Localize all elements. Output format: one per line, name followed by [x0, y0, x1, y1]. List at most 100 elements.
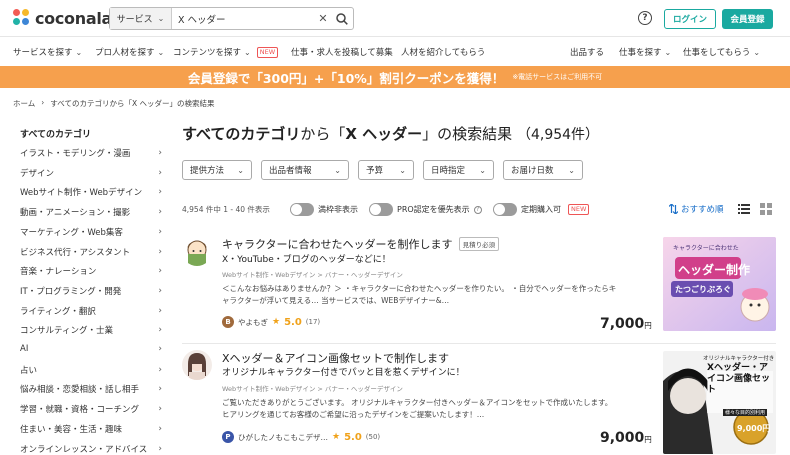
breadcrumb: ホーム › すべてのカテゴリから「X ヘッダー」の検索結果	[13, 98, 214, 109]
seller-info[interactable]: B やよもぎ ★ 5.0 (17)	[222, 316, 320, 328]
nav-find-content[interactable]: コンテンツを探す ⌄ NEW	[173, 46, 279, 58]
thumbnail-caption-main: ヘッダー制作	[678, 263, 751, 277]
sidebar-category-item[interactable]: ビジネス代行・アシスタント ›	[20, 246, 162, 258]
service-thumbnail[interactable]: オリジナルキャラクター付き Xヘッダー・アイコン画像セット 様々な目的別利用 9…	[663, 351, 776, 454]
chevron-down-icon: ⌄	[334, 165, 341, 175]
logo-text: coconala	[35, 8, 113, 28]
filter-seller-info[interactable]: 出品者情報 ⌄	[261, 160, 349, 180]
nav-post-job[interactable]: 仕事・求人を投稿して募集	[291, 46, 393, 58]
service-title[interactable]: キャラクターに合わせたヘッダーを制作します 見積り必須	[222, 236, 500, 252]
title-suffix: 」の検索結果	[422, 125, 513, 143]
seller-avatar[interactable]	[182, 350, 212, 380]
seller-info[interactable]: P ひがしたノもこもこデザ… ★ 5.0 (50)	[222, 431, 380, 443]
title-mid: から「	[300, 125, 346, 143]
sidebar-category-label: マーケティング・Web集客	[20, 227, 123, 238]
toggle-switch[interactable]	[290, 203, 314, 216]
sidebar-category-item[interactable]: コンサルティング・士業 ›	[20, 324, 162, 336]
service-card[interactable]: Xヘッダー＆アイコン画像セットで制作します オリジナルキャラクター付きでパッと目…	[182, 350, 776, 454]
help-icon[interactable]: ?	[473, 205, 482, 214]
thumbnail-caption-name: たつごりぷろぐ	[675, 285, 731, 294]
sidebar-category-label: 住まい・美容・生活・趣味	[20, 424, 123, 435]
logo[interactable]: coconala	[13, 8, 112, 28]
sidebar-category-item[interactable]: IT・プログラミング・開発 ›	[20, 285, 162, 297]
nav-get-work-done[interactable]: 仕事をしてもらう ⌄	[683, 46, 760, 59]
chevron-right-icon: ›	[158, 266, 162, 277]
service-select[interactable]: サービス ⌄	[110, 8, 172, 29]
sidebar-category-item[interactable]: 住まい・美容・生活・趣味 ›	[20, 423, 162, 435]
sidebar-category-item[interactable]: Webサイト制作・Webデザイン ›	[20, 186, 162, 198]
service-select-label: サービス	[116, 15, 153, 25]
sidebar-title[interactable]: すべてのカテゴリ	[20, 127, 91, 140]
sidebar-category-item[interactable]: 悩み相談・恋愛相談・話し相手 ›	[20, 383, 162, 395]
sidebar-category-label: コンサルティング・士業	[20, 326, 113, 337]
service-thumbnail[interactable]: キャラクターに合わせた ヘッダー制作 たつごりぷろぐ	[663, 237, 776, 331]
sidebar-category-item[interactable]: 占い ›	[20, 364, 162, 376]
filter-delivery-method[interactable]: 提供方法 ⌄	[182, 160, 252, 180]
service-title[interactable]: Xヘッダー＆アイコン画像セットで制作します	[222, 350, 449, 366]
estimate-required-tag: 見積り必須	[458, 237, 500, 251]
sidebar-category-item[interactable]: 学習・就職・資格・コーチング ›	[20, 403, 162, 415]
sidebar-category-item[interactable]: デザイン ›	[20, 167, 162, 179]
title-query: X ヘッダー	[345, 125, 423, 143]
main-nav: サービスを探す ⌄ プロ人材を探す ⌄ コンテンツを探す ⌄ NEW 仕事・求人を投稿し…	[0, 38, 790, 66]
toggle-subscription[interactable]: 定期購入可 NEW	[493, 203, 590, 216]
breadcrumb-home[interactable]: ホーム	[13, 98, 35, 109]
sidebar-category-item[interactable]: 動画・アニメーション・撮影 ›	[20, 206, 162, 218]
title-category: すべてのカテゴリ	[182, 125, 301, 143]
grid-view-icon[interactable]	[760, 203, 772, 215]
list-view-icon[interactable]	[738, 203, 750, 215]
chevron-right-icon: ›	[158, 148, 162, 158]
sidebar-category-item[interactable]: ライティング・翻訳 ›	[20, 305, 162, 317]
toggle-switch[interactable]	[369, 203, 393, 216]
filter-budget[interactable]: 予算 ⌄	[358, 160, 414, 180]
login-button[interactable]: ログイン	[664, 9, 716, 29]
seller-name: やよもぎ	[238, 317, 268, 327]
chevron-down-icon: ⌄	[479, 165, 486, 175]
sidebar-category-item[interactable]: AI ›	[20, 344, 162, 354]
filter-date[interactable]: 日時指定 ⌄	[423, 160, 494, 180]
sort-dropdown[interactable]: おすすめ順	[669, 203, 724, 215]
service-category[interactable]: Webサイト制作・Webデザイン > バナー・ヘッダーデザイン	[222, 269, 403, 279]
toggle-pro-first[interactable]: PRO認定を優先表示 ?	[369, 203, 482, 216]
chevron-down-icon: ⌄	[157, 47, 165, 57]
nav-find-work[interactable]: 仕事を探す ⌄	[619, 46, 672, 59]
nav-sell[interactable]: 出品する	[570, 46, 604, 58]
result-count: 4,954 件中 1 - 40 件表示	[182, 205, 270, 214]
sidebar-category-label: デザイン	[20, 168, 55, 179]
nav-referral[interactable]: 人材を紹介してもらう	[401, 46, 485, 58]
service-card[interactable]: キャラクターに合わせたヘッダーを制作します 見積り必須 X・YouTube・ブロ…	[182, 236, 776, 336]
sidebar-category-label: イラスト・モデリング・漫画	[20, 149, 131, 159]
sidebar-category-item[interactable]: オンラインレッスン・アドバイス ›	[20, 443, 162, 455]
register-button[interactable]: 会員登録	[722, 9, 773, 29]
sidebar-category-item[interactable]: 音楽・ナレーション ›	[20, 265, 162, 277]
toggle-switch[interactable]	[493, 203, 517, 216]
chevron-right-icon: ›	[158, 384, 162, 395]
rating-value: 5.0	[344, 431, 362, 443]
sidebar-category-item[interactable]: マーケティング・Web集客 ›	[20, 226, 162, 238]
clear-icon[interactable]: ✕	[315, 12, 331, 25]
page-title: すべてのカテゴリから「X ヘッダー」の検索結果 （4,954件）	[182, 123, 599, 144]
star-icon: ★	[272, 317, 281, 327]
service-category[interactable]: Webサイト制作・Webデザイン > バナー・ヘッダーデザイン	[222, 383, 403, 393]
service-price: 9,000円	[600, 430, 652, 446]
filter-delivery-days[interactable]: お届け日数 ⌄	[503, 160, 583, 180]
nav-find-services[interactable]: サービスを探す ⌄	[13, 46, 82, 59]
nav-find-pros[interactable]: プロ人材を探す ⌄	[95, 46, 165, 59]
sidebar-category-item[interactable]: イラスト・モデリング・漫画 ›	[20, 147, 162, 159]
results-toolbar: 4,954 件中 1 - 40 件表示 満枠非表示 PRO認定を優先表示 ? 定…	[182, 203, 776, 219]
chevron-right-icon: ›	[158, 167, 162, 178]
chevron-down-icon: ⌄	[664, 47, 672, 57]
breadcrumb-current: すべてのカテゴリから「X ヘッダー」の検索結果	[50, 99, 215, 108]
seller-avatar[interactable]	[182, 236, 212, 266]
toggle-hide-full[interactable]: 満枠非表示	[290, 203, 358, 216]
promo-banner[interactable]: 会員登録で「300円」+「10%」割引クーポンを獲得！ ※電話サービスはご利用不…	[0, 66, 790, 88]
help-icon[interactable]: ?	[638, 11, 652, 25]
promo-banner-note: ※電話サービスはご利用不可	[512, 73, 603, 81]
service-description: ＜こんなお悩みはありませんか？＞ ・キャラクターに合わせたヘッダーを作りたい。 …	[222, 284, 617, 305]
chevron-right-icon: ›	[158, 285, 162, 296]
new-badge: NEW	[568, 204, 590, 215]
search-icon[interactable]	[331, 12, 353, 25]
new-badge: NEW	[256, 46, 279, 58]
review-count: (17)	[305, 318, 321, 326]
search-input[interactable]	[172, 8, 315, 29]
